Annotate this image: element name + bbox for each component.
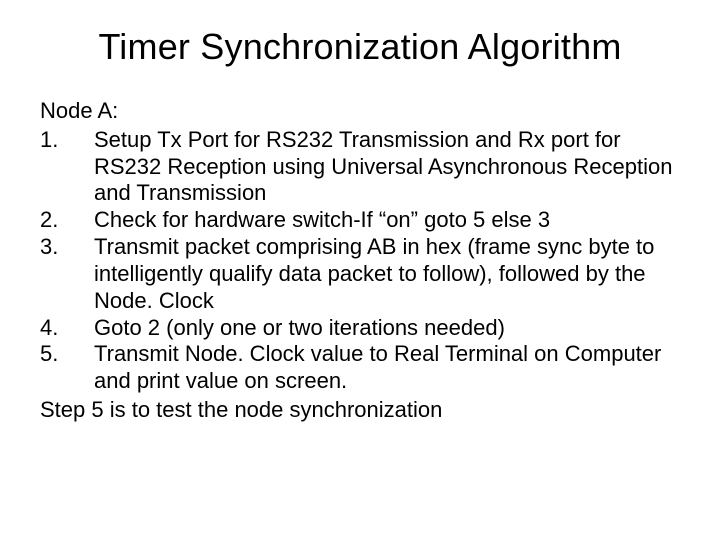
item-number: 4. xyxy=(40,315,94,342)
list-item: 4. Goto 2 (only one or two iterations ne… xyxy=(40,315,680,342)
slide-title: Timer Synchronization Algorithm xyxy=(40,26,680,68)
item-number: 5. xyxy=(40,341,94,368)
item-text: Check for hardware switch-If “on” goto 5… xyxy=(94,207,680,234)
intro-line: Node A: xyxy=(40,98,680,125)
item-number: 2. xyxy=(40,207,94,234)
list-item: 1. Setup Tx Port for RS232 Transmission … xyxy=(40,127,680,207)
list-item: 5. Transmit Node. Clock value to Real Te… xyxy=(40,341,680,395)
item-text: Transmit Node. Clock value to Real Termi… xyxy=(94,341,680,395)
item-text: Setup Tx Port for RS232 Transmission and… xyxy=(94,127,680,207)
item-number: 3. xyxy=(40,234,94,261)
slide-body: Node A: 1. Setup Tx Port for RS232 Trans… xyxy=(40,98,680,424)
list-item: 2. Check for hardware switch-If “on” got… xyxy=(40,207,680,234)
item-text: Transmit packet comprising AB in hex (fr… xyxy=(94,234,680,314)
item-number: 1. xyxy=(40,127,94,154)
tail-line: Step 5 is to test the node synchronizati… xyxy=(40,397,680,424)
numbered-list: 1. Setup Tx Port for RS232 Transmission … xyxy=(40,127,680,395)
list-item: 3. Transmit packet comprising AB in hex … xyxy=(40,234,680,314)
slide: Timer Synchronization Algorithm Node A: … xyxy=(0,0,720,540)
item-text: Goto 2 (only one or two iterations neede… xyxy=(94,315,680,342)
